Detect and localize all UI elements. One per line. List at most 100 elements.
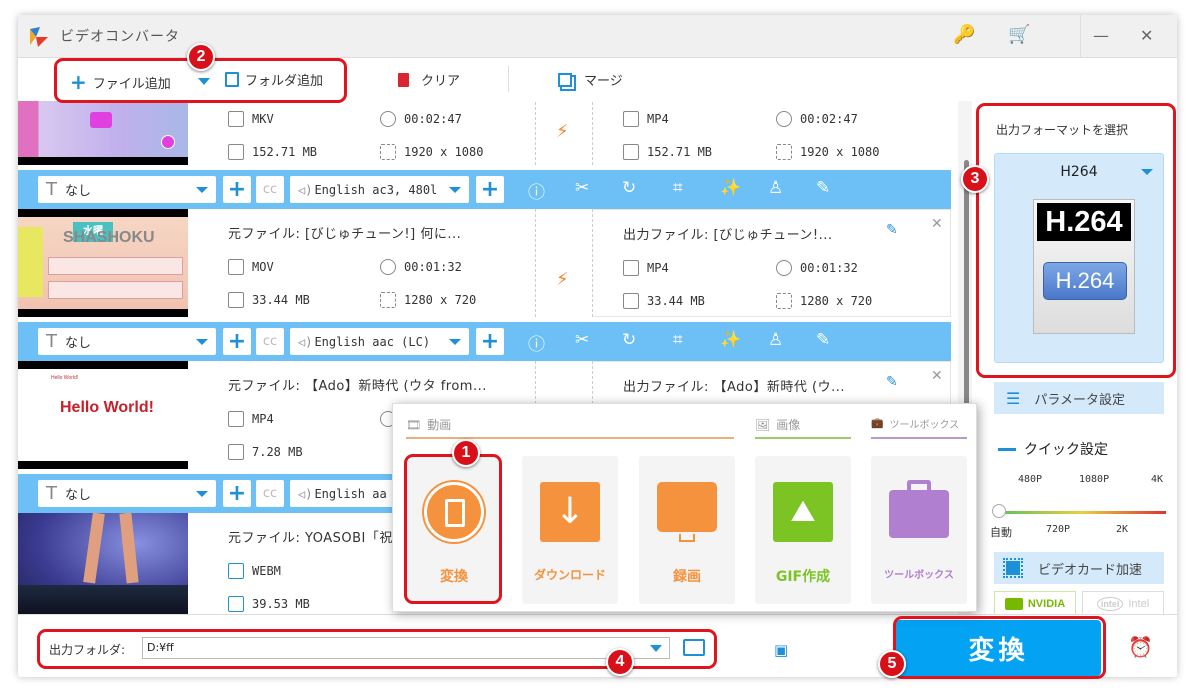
add-file-dropdown-caret[interactable]: [198, 78, 210, 85]
divider: [1080, 15, 1081, 58]
clear-button[interactable]: クリア: [398, 70, 460, 89]
audio-track-select[interactable]: ◁) English aac (LC): [290, 328, 469, 355]
rename-pencil-icon[interactable]: ✎: [886, 222, 898, 238]
source-format: MP4: [228, 411, 274, 427]
divider: [755, 437, 851, 439]
output-folder-input[interactable]: D:¥ff: [142, 637, 670, 659]
file-item: MKV 00:02:47 152.71 MB 1920 x 1080 ⚡ MP4…: [18, 101, 951, 209]
watermark-stamp-icon[interactable]: ♙: [768, 178, 783, 198]
effects-wand-icon[interactable]: ✨: [720, 178, 741, 198]
edit-subtitle-icon[interactable]: ✎: [816, 330, 830, 350]
briefcase-icon: 💼: [871, 418, 884, 429]
subtitle-select[interactable]: T なし: [38, 480, 216, 507]
quality-slider-knob[interactable]: [992, 504, 1006, 518]
crop-icon[interactable]: ⌗: [673, 330, 683, 350]
rotate-icon[interactable]: ↻: [622, 178, 636, 198]
speaker-icon: ◁): [298, 182, 313, 197]
key-icon[interactable]: 🔑: [953, 24, 975, 45]
add-audio-button[interactable]: +: [476, 176, 504, 203]
tile-record[interactable]: 録画: [639, 456, 735, 604]
parameter-settings-button[interactable]: ☰ パラメータ設定: [994, 382, 1164, 414]
quick-settings-label: クイック設定: [998, 439, 1108, 459]
info-icon[interactable]: ⓘ: [528, 330, 545, 355]
slider-label-720p: 720P: [1046, 524, 1071, 535]
info-icon[interactable]: ⓘ: [528, 178, 545, 203]
source-duration: 00:02:47: [380, 111, 462, 127]
rotate-icon[interactable]: ↻: [622, 330, 636, 350]
add-subtitle-button[interactable]: +: [223, 176, 251, 203]
subtitle-select[interactable]: T なし: [38, 176, 216, 203]
remove-file-icon[interactable]: ✕: [931, 368, 943, 384]
output-folder-dropdown-caret[interactable]: [650, 645, 662, 652]
output-duration: 00:01:32: [776, 260, 858, 276]
edit-subtitle-icon[interactable]: ✎: [816, 178, 830, 198]
tile-toolbox[interactable]: ツールボックス: [871, 456, 967, 604]
subtitle-select[interactable]: T なし: [38, 328, 216, 355]
upload-icon: [161, 135, 175, 149]
output-folder-label: 出力フォルダ:: [49, 643, 126, 657]
merge-button[interactable]: マージ: [558, 70, 623, 89]
gpu-acceleration-button[interactable]: ビデオカード加速: [994, 552, 1164, 584]
subtitle-settings-icon[interactable]: cc: [256, 328, 284, 355]
quality-slider-track[interactable]: [998, 511, 1166, 514]
function-menu-popup: 🎞 動画 🖼 画像 💼 ツールボックス 変換 ↓ ダウンロード 録画 ⛰ GIF作成: [392, 403, 977, 612]
quick-settings-icon: [998, 447, 1016, 451]
output-resolution: 1920 x 1080: [776, 144, 879, 160]
output-format-selector[interactable]: H264 H.264 H.264: [994, 153, 1164, 363]
crop-icon[interactable]: ⌗: [673, 178, 683, 198]
convert-arrow: ⚡: [535, 209, 593, 317]
app-logo-icon: [30, 27, 48, 47]
audio-track-select[interactable]: ◁) English ac3, 480l: [290, 176, 469, 203]
tile-download[interactable]: ↓ ダウンロード: [522, 456, 618, 604]
source-file-name: 元ファイル: YOASOBI「祝: [228, 531, 393, 546]
category-image: 🖼 画像: [755, 417, 801, 433]
lightning-icon: ⚡: [556, 121, 569, 142]
subtitle-settings-icon[interactable]: cc: [256, 176, 284, 203]
source-duration: 00:01:32: [380, 259, 462, 275]
video-thumbnail: 水曜 SHASHOKU: [18, 209, 188, 317]
merge-video-icon[interactable]: ▣: [774, 641, 788, 659]
add-audio-button[interactable]: +: [476, 328, 504, 355]
speaker-icon: ◁): [298, 334, 313, 349]
minimize-button[interactable]: —: [1093, 26, 1109, 45]
watermark-stamp-icon[interactable]: ♙: [768, 330, 783, 350]
output-file-name: 出力ファイル: [びじゅチューン!...: [623, 228, 833, 243]
cart-icon[interactable]: 🛒: [1008, 24, 1030, 45]
subtitle-settings-icon[interactable]: cc: [256, 480, 284, 507]
play-icon: [90, 112, 112, 128]
output-duration: 00:02:47: [776, 111, 858, 127]
film-icon: 🎞: [406, 417, 422, 432]
alarm-clock-icon[interactable]: ⏰: [1128, 635, 1153, 659]
bottom-bar: 出力フォルダ: D:¥ff ▣ 変換 ⏰: [18, 614, 1177, 677]
scissors-icon[interactable]: ✂: [575, 330, 589, 350]
open-folder-icon[interactable]: [683, 639, 705, 656]
tile-gif[interactable]: ⛰ GIF作成: [755, 456, 851, 604]
intel-logo-icon: intel: [1096, 597, 1124, 611]
file-options-bar: T なし + cc ◁) English aac (LC) + ⓘ ✂ ↻ ⌗ ✨ …: [18, 322, 951, 361]
source-size: 7.28 MB: [228, 444, 303, 460]
h264-format-icon: H.264 H.264: [1033, 199, 1135, 334]
video-thumbnail: Hello World! Hello World!: [18, 361, 188, 469]
output-format: MP4: [623, 111, 669, 127]
close-button[interactable]: ✕: [1140, 26, 1153, 45]
category-toolbox: 💼 ツールボックス: [871, 418, 960, 431]
add-folder-button[interactable]: フォルダ追加: [225, 70, 323, 89]
tile-convert[interactable]: 変換: [406, 456, 502, 604]
source-file-name: 元ファイル: [びじゅチューン!] 何に...: [228, 227, 462, 242]
convert-button[interactable]: 変換: [896, 620, 1101, 676]
remove-file-icon[interactable]: ✕: [931, 216, 943, 232]
file-item: 水曜 SHASHOKU 元ファイル: [びじゅチューン!] 何に... MOV …: [18, 209, 951, 361]
scissors-icon[interactable]: ✂: [575, 178, 589, 198]
rename-pencil-icon[interactable]: ✎: [886, 374, 898, 390]
add-subtitle-button[interactable]: +: [223, 480, 251, 507]
toolbar-divider: [508, 66, 509, 92]
effects-wand-icon[interactable]: ✨: [720, 330, 741, 350]
slider-label-1080p: 1080P: [1079, 474, 1110, 485]
format-dropdown-caret[interactable]: [1141, 169, 1153, 175]
add-file-button[interactable]: + ファイル追加: [70, 70, 171, 94]
category-video: 🎞 動画: [406, 417, 452, 433]
slider-label-480p: 480P: [1018, 474, 1043, 485]
add-subtitle-button[interactable]: +: [223, 328, 251, 355]
output-format-label: 出力フォーマットを選択: [996, 123, 1129, 137]
output-file-name: 出力ファイル: 【Ado】新時代 (ウ...: [623, 380, 845, 395]
